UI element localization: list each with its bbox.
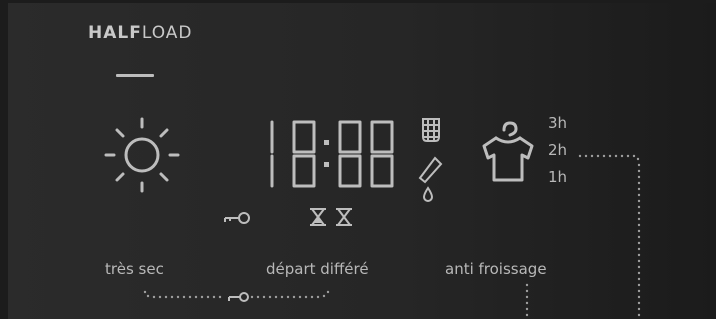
- dryer-control-panel: HALFLOAD 3h 2h 1h très sec départ différ…: [8, 3, 716, 319]
- dotted-connector: [143, 154, 641, 317]
